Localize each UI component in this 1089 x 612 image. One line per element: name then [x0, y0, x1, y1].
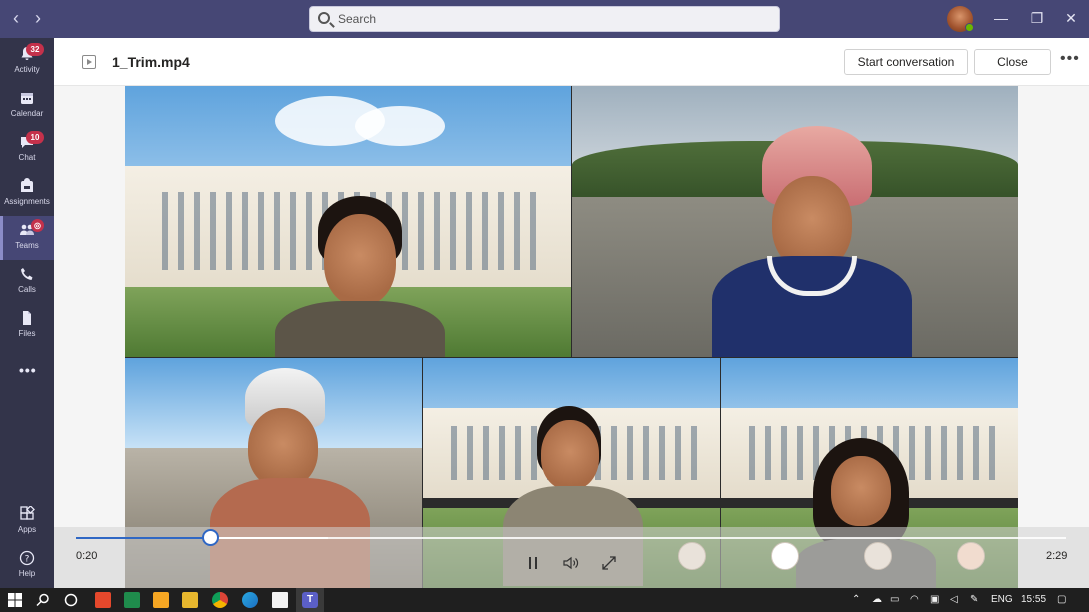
participant-strip [646, 538, 1019, 588]
rail-item-assignments[interactable]: Assignments [0, 172, 54, 216]
more-icon: ••• [19, 362, 37, 378]
rail-item-activity[interactable]: 32 Activity [0, 40, 54, 84]
search-input[interactable]: Search [309, 6, 780, 32]
wifi-icon[interactable]: ◠ [910, 594, 919, 605]
seek-thumb[interactable] [201, 529, 219, 546]
windows-taskbar: T ⌃ ☁ ▭ ◠ ▣ ◁ ✎ ENG 15:55 ▢ [0, 588, 1089, 612]
people-icon[interactable]: ⌃ [852, 594, 860, 605]
participant-thumbnail [678, 542, 706, 570]
duration: 2:29 [1046, 550, 1068, 562]
notes-app-icon[interactable] [153, 592, 169, 608]
pause-button[interactable] [524, 554, 542, 572]
rail-item-more[interactable]: ••• [0, 356, 54, 400]
rail-label: Files [18, 329, 36, 338]
svg-text:?: ? [25, 555, 30, 565]
speaker-icon[interactable]: ◁ [950, 594, 958, 605]
excel-app-icon[interactable] [124, 592, 140, 608]
vivaldi-app-icon[interactable] [95, 592, 111, 608]
participant-thumbnail [771, 542, 799, 570]
teams-taskbar-icon[interactable]: T [296, 588, 324, 612]
page-title: 1_Trim.mp4 [112, 54, 190, 70]
security-icon[interactable]: ▣ [930, 594, 939, 605]
back-button[interactable]: ‹ [7, 8, 25, 28]
rail-label: Chat [18, 153, 36, 162]
fullscreen-button[interactable] [600, 554, 618, 572]
video-file-icon [82, 55, 96, 69]
video-tile [572, 86, 1018, 357]
onedrive-icon[interactable]: ☁ [872, 594, 882, 605]
close-icon[interactable]: ✕ [1059, 9, 1083, 27]
notepad-icon[interactable] [272, 592, 288, 608]
help-icon: ? [19, 550, 35, 566]
language-indicator[interactable]: ENG [991, 594, 1013, 605]
minimize-icon[interactable]: — [989, 9, 1013, 27]
windows-start-icon[interactable] [7, 592, 23, 608]
file-header: 1_Trim.mp4 Start conversation Close ••• [54, 38, 1089, 86]
file-icon [19, 310, 35, 326]
played-range [76, 537, 210, 539]
volume-button[interactable] [562, 554, 580, 572]
video-tile [125, 86, 571, 357]
calendar-icon [19, 90, 35, 106]
chat-badge: 10 [26, 131, 44, 144]
rail-label: Calendar [10, 109, 44, 118]
rail-item-calendar[interactable]: Calendar [0, 84, 54, 128]
volume-icon [563, 556, 579, 570]
search-icon [318, 12, 330, 24]
rail-item-apps[interactable]: Apps [0, 500, 54, 544]
rail-item-chat[interactable]: 10 Chat [0, 128, 54, 172]
file-explorer-icon[interactable] [182, 592, 198, 608]
rail-item-teams[interactable]: ◎ Teams [0, 216, 54, 260]
battery-icon[interactable]: ▭ [890, 594, 899, 605]
phone-icon [19, 266, 35, 282]
backpack-icon [19, 178, 35, 194]
close-button[interactable]: Close [974, 49, 1051, 75]
pen-icon[interactable]: ✎ [970, 594, 978, 605]
rail-label: Teams [15, 241, 39, 250]
edge-icon[interactable] [242, 592, 258, 608]
more-options-icon[interactable]: ••• [1060, 50, 1080, 68]
participant-thumbnail [864, 542, 892, 570]
rail-label: Help [18, 569, 36, 578]
chrome-icon[interactable] [212, 592, 228, 608]
restore-icon[interactable]: ❐ [1025, 9, 1049, 27]
apps-icon [19, 505, 35, 522]
rail-label: Apps [17, 525, 37, 534]
forward-button[interactable]: › [29, 8, 47, 28]
video-player[interactable] [125, 86, 1018, 588]
presence-available-icon [965, 23, 974, 32]
rail-label: Assignments [4, 197, 50, 206]
expand-icon [602, 556, 616, 570]
rail-label: Activity [14, 65, 40, 74]
rail-item-help[interactable]: ? Help [0, 544, 54, 588]
clock[interactable]: 15:55 [1021, 594, 1046, 605]
task-view-icon[interactable] [63, 592, 79, 608]
rail-label: Calls [18, 285, 36, 294]
search-placeholder: Search [338, 12, 377, 26]
participant-thumbnail [957, 542, 985, 570]
start-conversation-button[interactable]: Start conversation [844, 49, 968, 75]
current-time: 0:20 [76, 550, 98, 562]
app-bar: 32 Activity Calendar 10 Chat Assignments… [0, 38, 54, 588]
teams-badge: ◎ [31, 219, 44, 232]
taskbar-search-icon[interactable] [35, 592, 51, 608]
player-controls: 0:20 2:29 [54, 527, 1089, 588]
notifications-icon[interactable]: ▢ [1057, 594, 1066, 605]
activity-badge: 32 [26, 43, 44, 56]
title-bar: ‹ › Search — ❐ ✕ [0, 0, 1089, 38]
rail-item-files[interactable]: Files [0, 304, 54, 348]
rail-item-calls[interactable]: Calls [0, 260, 54, 304]
